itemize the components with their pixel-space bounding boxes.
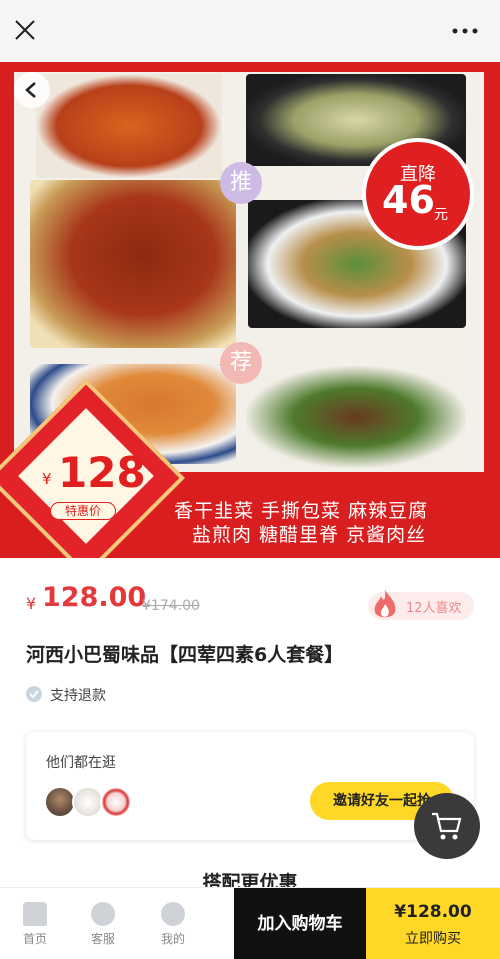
discount-unit: 元	[434, 207, 448, 223]
user-icon	[161, 902, 185, 926]
nav-service-label: 客服	[90, 932, 115, 946]
nav-mine[interactable]: 我的	[140, 888, 206, 959]
flame-icon	[374, 590, 396, 618]
home-icon	[23, 902, 47, 926]
avatar	[100, 786, 132, 818]
nav-mine-label: 我的	[160, 932, 185, 946]
recommend-tag-1: 推	[220, 162, 262, 204]
chevron-left-icon	[25, 82, 36, 98]
product-title: 河西小巴蜀味品【四荤四素6人套餐】	[26, 644, 344, 666]
recommend-tag-2: 荐	[220, 342, 262, 384]
add-to-cart-button[interactable]: 加入购物车	[234, 888, 366, 959]
dish-image-pork-chives	[246, 366, 466, 468]
discount-badge: 直降 46 元	[362, 138, 474, 250]
browsing-card: 他们都在逛 邀请好友一起抢	[26, 732, 474, 840]
back-button[interactable]	[14, 72, 50, 108]
cart-button[interactable]	[414, 793, 480, 859]
dish-list-line-2: 盐煎肉 糖醋里脊 京酱肉丝	[192, 524, 427, 546]
price-badge: ¥ 128 特惠价	[0, 379, 185, 558]
service-icon	[91, 902, 115, 926]
price-currency: ¥	[26, 594, 37, 613]
dish-list-line-1: 香干韭菜 手撕包菜 麻辣豆腐	[174, 500, 429, 522]
close-icon[interactable]	[14, 19, 36, 41]
price-badge-currency: ¥	[42, 470, 52, 488]
refund-text: 支持退款	[50, 688, 106, 704]
check-icon	[26, 686, 42, 702]
top-bar	[0, 0, 500, 62]
dish-image-mapo-tofu	[36, 74, 222, 178]
price-badge-tag: 特惠价	[50, 502, 116, 520]
buy-now-label: 立即购买	[405, 931, 461, 947]
buy-now-button[interactable]: ¥128.00 立即购买	[366, 888, 500, 959]
nav-home[interactable]: 首页	[2, 888, 68, 959]
discount-value: 46	[382, 178, 435, 222]
dish-image-shredded-pork	[30, 180, 236, 348]
likes-count: 12人喜欢	[406, 601, 462, 616]
current-price: 128.00	[42, 582, 147, 613]
price-badge-value: 128	[58, 448, 146, 497]
nav-service[interactable]: 客服	[70, 888, 136, 959]
nav-home-label: 首页	[22, 932, 47, 946]
product-banner[interactable]: 推 荐 直降 46 元 ¥ 128 特惠价 香干韭菜 手撕包菜 麻辣豆腐 盐煎肉…	[0, 62, 500, 558]
browsing-heading: 他们都在逛	[46, 755, 116, 771]
bottom-bar: 首页 客服 我的 加入购物车 ¥128.00 立即购买	[0, 887, 500, 959]
likes-badge: 12人喜欢	[368, 590, 474, 620]
more-icon[interactable]	[452, 28, 478, 34]
cart-icon	[432, 812, 462, 840]
original-price: ¥174.00	[142, 598, 200, 614]
buy-now-price: ¥128.00	[394, 902, 472, 922]
